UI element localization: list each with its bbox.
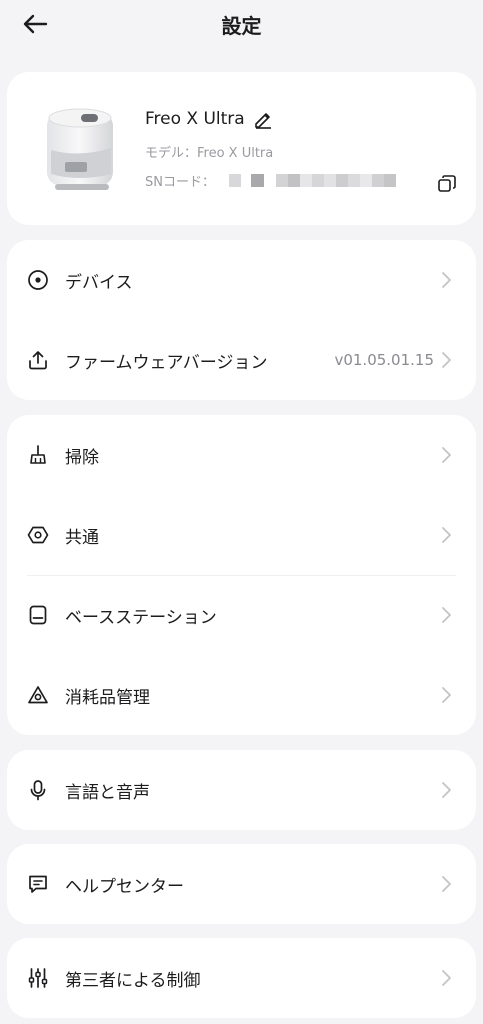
row-consumables-label: 消耗品管理 xyxy=(65,687,150,708)
row-firmware-label: ファームウェアバージョン xyxy=(65,352,268,373)
page-title: 設定 xyxy=(221,14,262,38)
target-icon xyxy=(27,269,49,291)
device-card[interactable]: Freo X Ultra モデル：Freo X Ultra SNコード： xyxy=(7,72,476,225)
row-help-center[interactable]: ヘルプセンター xyxy=(7,844,476,924)
device-name: Freo X Ultra xyxy=(145,109,245,129)
chevron-right-icon xyxy=(440,446,452,464)
third-party-group: 第三者による制御 xyxy=(7,938,476,1018)
header: 設定 xyxy=(0,0,483,50)
row-common-label: 共通 xyxy=(65,527,99,548)
microphone-icon xyxy=(27,779,49,801)
hexagon-icon xyxy=(27,524,49,546)
edit-icon[interactable] xyxy=(253,109,273,129)
device-settings-group: デバイス ファームウェアバージョン v01.05.01.15 xyxy=(7,240,476,400)
chevron-right-icon xyxy=(440,875,452,893)
row-cleaning-label: 掃除 xyxy=(65,447,99,468)
row-consumables[interactable]: 消耗品管理 xyxy=(7,655,476,735)
triangle-icon xyxy=(27,684,49,706)
cleaning-settings-group: 掃除 共通 ベースステーション 消耗品管理 xyxy=(7,415,476,735)
serial-number-label: SNコード： xyxy=(145,175,215,190)
broom-icon xyxy=(27,444,49,466)
chevron-right-icon xyxy=(440,969,452,987)
chevron-right-icon xyxy=(440,351,452,369)
row-language-label: 言語と音声 xyxy=(65,782,150,803)
row-language[interactable]: 言語と音声 xyxy=(7,750,476,830)
row-base-station[interactable]: ベースステーション xyxy=(7,575,476,655)
row-base-station-label: ベースステーション xyxy=(65,607,217,628)
chevron-right-icon xyxy=(440,526,452,544)
sliders-icon xyxy=(27,967,49,989)
device-image xyxy=(41,102,123,194)
chevron-right-icon xyxy=(440,271,452,289)
help-group: ヘルプセンター xyxy=(7,844,476,924)
upload-icon xyxy=(27,349,49,371)
copy-icon[interactable] xyxy=(437,174,457,194)
serial-number: SNコード： xyxy=(145,171,396,190)
base-station-icon xyxy=(27,604,49,626)
chat-icon xyxy=(27,873,49,895)
row-device-label: デバイス xyxy=(65,272,133,293)
row-third-party-label: 第三者による制御 xyxy=(65,970,201,991)
model-line: モデル：Freo X Ultra xyxy=(145,146,274,161)
row-help-center-label: ヘルプセンター xyxy=(65,876,184,897)
chevron-right-icon xyxy=(440,606,452,624)
row-third-party[interactable]: 第三者による制御 xyxy=(7,938,476,1018)
device-name-row: Freo X Ultra xyxy=(145,109,273,129)
row-firmware[interactable]: ファームウェアバージョン v01.05.01.15 xyxy=(7,320,476,400)
row-cleaning[interactable]: 掃除 xyxy=(7,415,476,495)
row-device[interactable]: デバイス xyxy=(7,240,476,320)
chevron-right-icon xyxy=(440,781,452,799)
serial-number-redacted xyxy=(228,174,396,187)
firmware-version: v01.05.01.15 xyxy=(334,351,434,369)
chevron-right-icon xyxy=(440,686,452,704)
row-common[interactable]: 共通 xyxy=(7,495,476,575)
language-settings-group: 言語と音声 xyxy=(7,750,476,830)
